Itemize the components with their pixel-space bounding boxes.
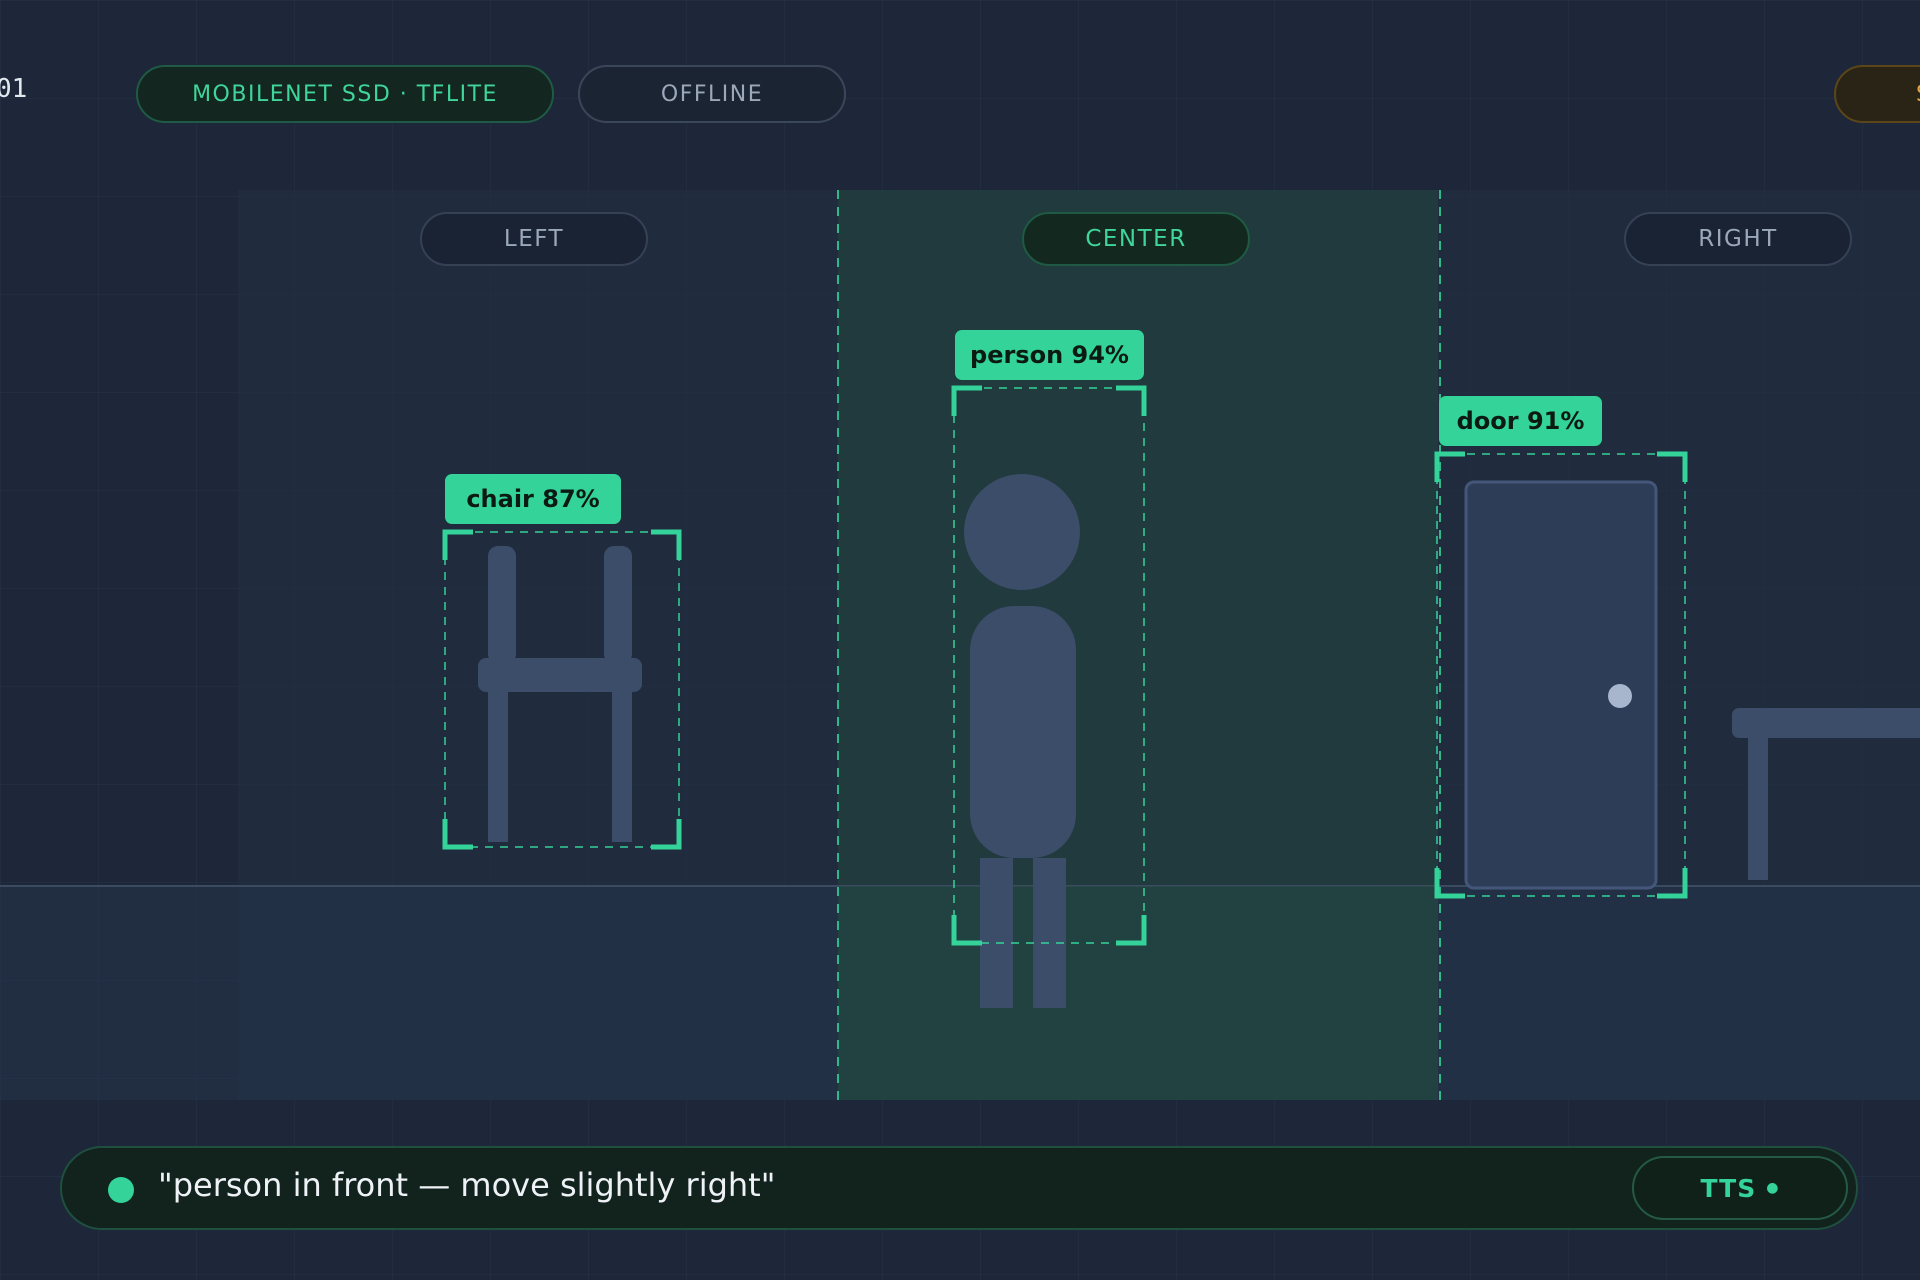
zone-center-label: CENTER	[1022, 212, 1250, 266]
tts-status-dot-icon: ●	[1766, 1180, 1780, 1196]
speech-text: "person in front — move slightly right"	[158, 1166, 776, 1204]
status-badge: S	[1834, 65, 1920, 123]
zone-left-label: LEFT	[420, 212, 648, 266]
zone-right-label: RIGHT	[1624, 212, 1852, 266]
tts-button[interactable]: TTS ●	[1632, 1156, 1848, 1220]
speech-output-bar: "person in front — move slightly right" …	[60, 1146, 1858, 1230]
person-detection-label: person 94%	[955, 330, 1144, 380]
camera-scene	[0, 190, 1920, 1100]
door-detection-label: door 91%	[1439, 396, 1602, 446]
speaking-indicator-icon	[108, 1177, 134, 1203]
tts-label: TTS	[1700, 1173, 1757, 1203]
chair-detection-label: chair 87%	[445, 474, 621, 524]
frame-counter: 01	[0, 74, 28, 104]
door-object	[1464, 480, 1658, 890]
offline-badge: OFFLINE	[578, 65, 846, 123]
floor-center-tint	[838, 886, 1438, 1100]
model-badge: MOBILENET SSD · TFLITE	[136, 65, 554, 123]
